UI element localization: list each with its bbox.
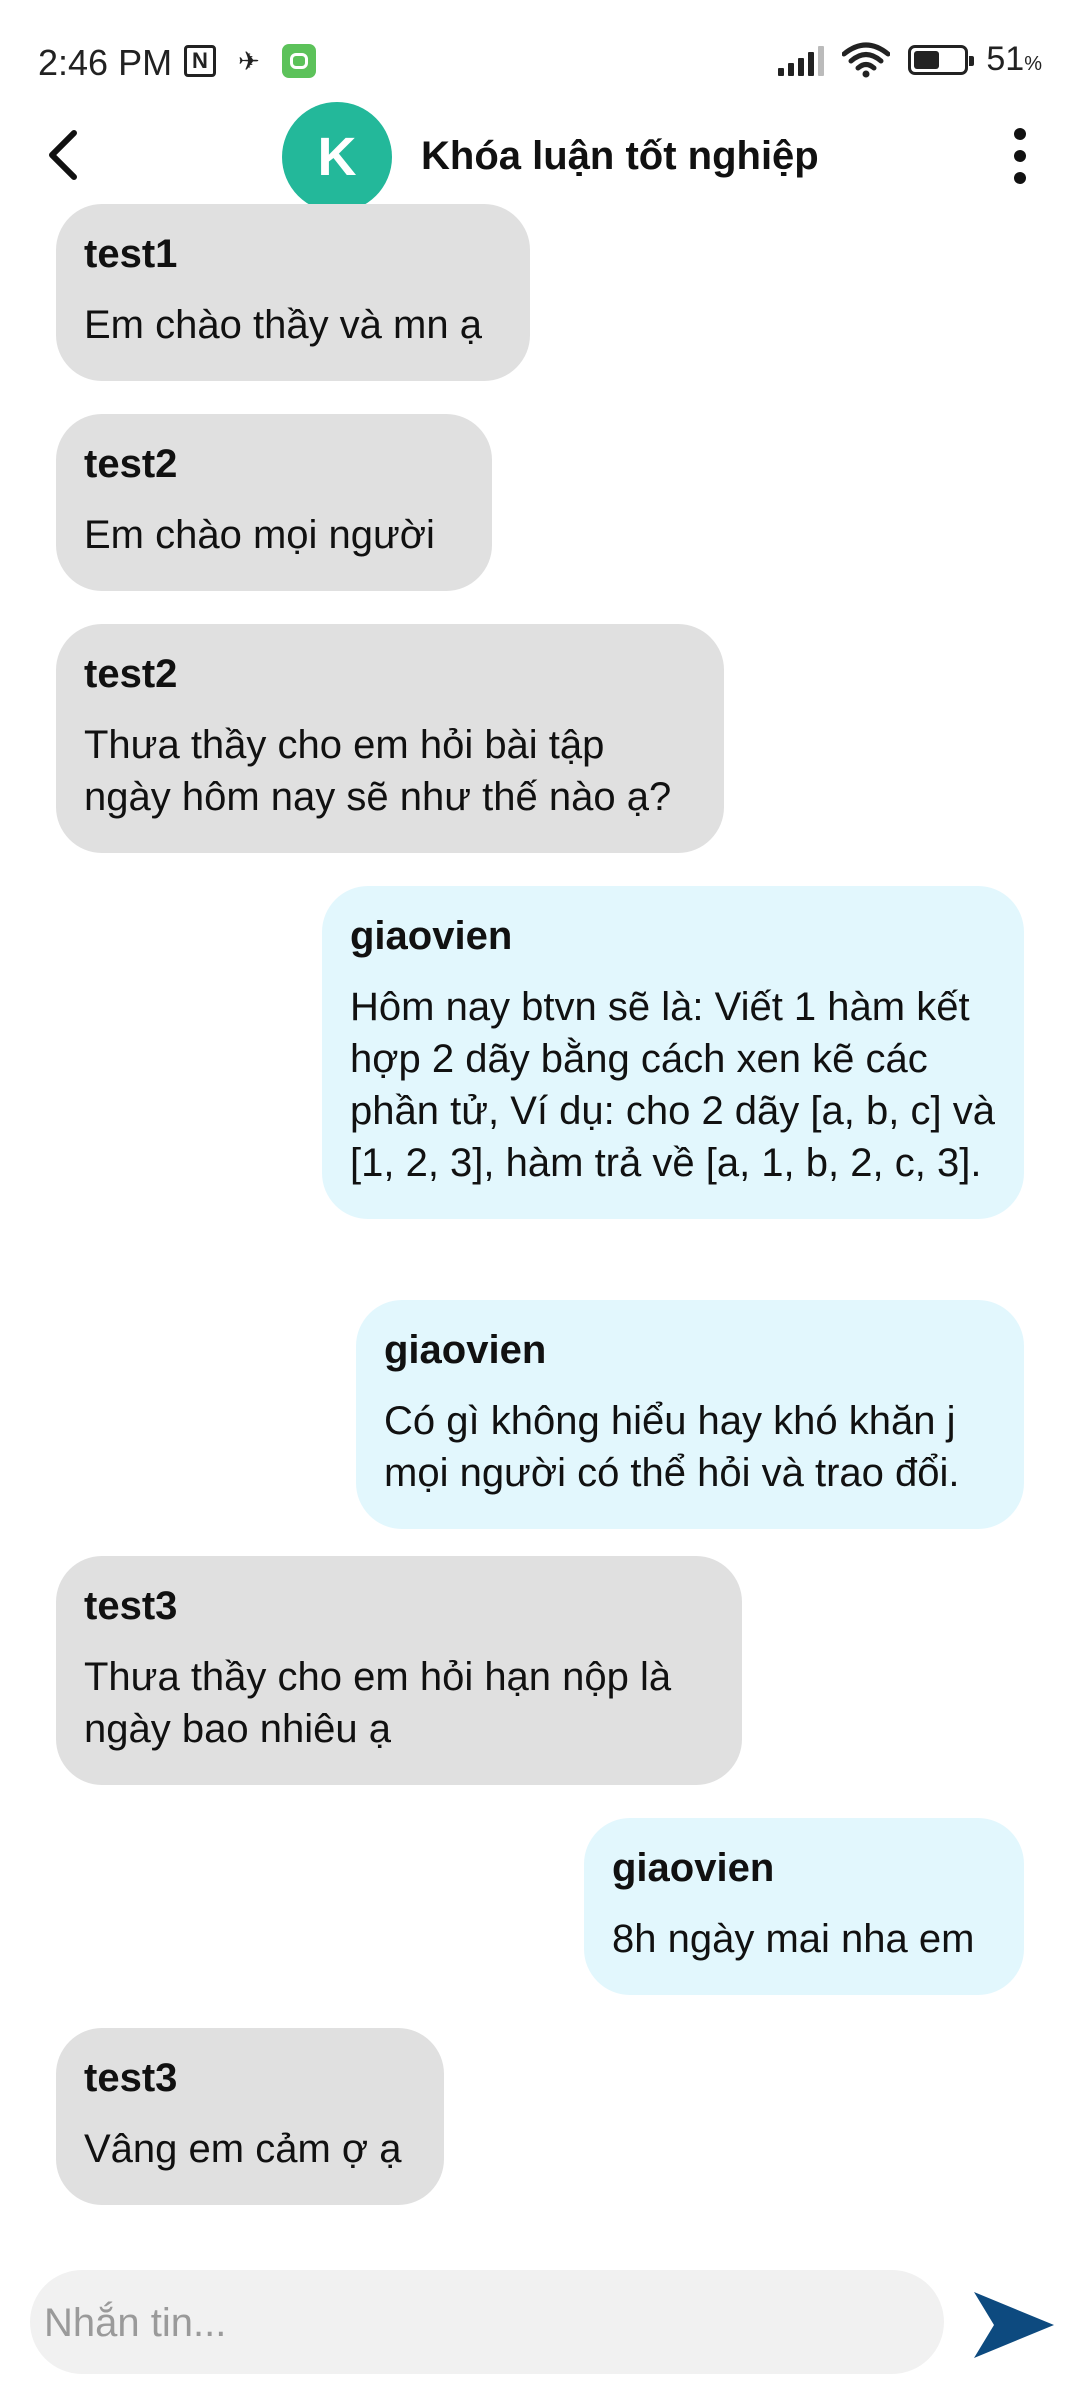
message-composer[interactable] [30,2270,944,2376]
chat-header: K Khóa luận tốt nghiệp [0,100,1080,215]
more-vert-icon[interactable] [1012,128,1028,184]
status-notification-icons: N ✈ [184,44,316,78]
chat-title[interactable]: Khóa luận tốt nghiệp [421,134,819,179]
signal-icon [778,44,825,76]
message-text: Vâng em cảm ợ ạ [84,2127,402,2171]
message-text: 8h ngày mai nha em [612,1917,975,1961]
battery-level-fill [914,50,939,69]
message-bubble[interactable]: test3 Thưa thầy cho em hỏi hạn nộp là ng… [56,1556,742,1785]
message-text: Hôm nay btvn sẽ là: Viết 1 hàm kết hợp 2… [350,985,995,1185]
battery-percent: 51% [986,40,1042,78]
group-avatar[interactable]: K [282,102,392,212]
message-bubble[interactable]: test1 Em chào thầy và mn ạ [56,204,530,381]
send-icon[interactable] [972,2290,1056,2360]
wifi-icon [842,42,891,77]
app-notification-icon [281,44,316,78]
message-sender: giaovien [612,1846,775,1890]
message-text: Thưa thầy cho em hỏi bài tập ngày hôm na… [84,723,672,819]
message-text: Em chào thầy và mn ạ [84,303,482,347]
message-sender: giaovien [350,914,513,958]
message-sender: test2 [84,442,178,486]
message-bubble[interactable]: test3 Vâng em cảm ợ ạ [56,2028,444,2205]
status-system-icons: 51% [778,40,1042,79]
message-bubble[interactable]: giaovien Có gì không hiểu hay khó khăn j… [356,1300,1024,1529]
status-time: 2:46 PM [38,42,173,83]
message-sender: test2 [84,652,178,696]
message-text: Có gì không hiểu hay khó khăn j mọi ngườ… [384,1399,960,1495]
message-sender: test3 [84,1584,178,1628]
battery-icon [908,44,975,75]
message-sender: giaovien [384,1328,547,1372]
message-bubble[interactable]: test2 Em chào mọi người [56,414,492,591]
message-bubble[interactable]: giaovien Hôm nay btvn sẽ là: Viết 1 hàm … [322,886,1024,1219]
message-bubble[interactable]: giaovien 8h ngày mai nha em [584,1818,1024,1995]
message-text: Em chào mọi người [84,513,435,557]
message-input[interactable] [30,2270,906,2376]
bird-icon: ✈ [238,45,260,76]
message-sender: test3 [84,2056,178,2100]
message-sender: test1 [84,232,178,276]
message-text: Thưa thầy cho em hỏi hạn nộp là ngày bao… [84,1655,672,1751]
nfc-icon: N [184,45,216,77]
back-arrow-icon[interactable] [40,125,88,185]
message-bubble[interactable]: test2 Thưa thầy cho em hỏi bài tập ngày … [56,624,724,853]
